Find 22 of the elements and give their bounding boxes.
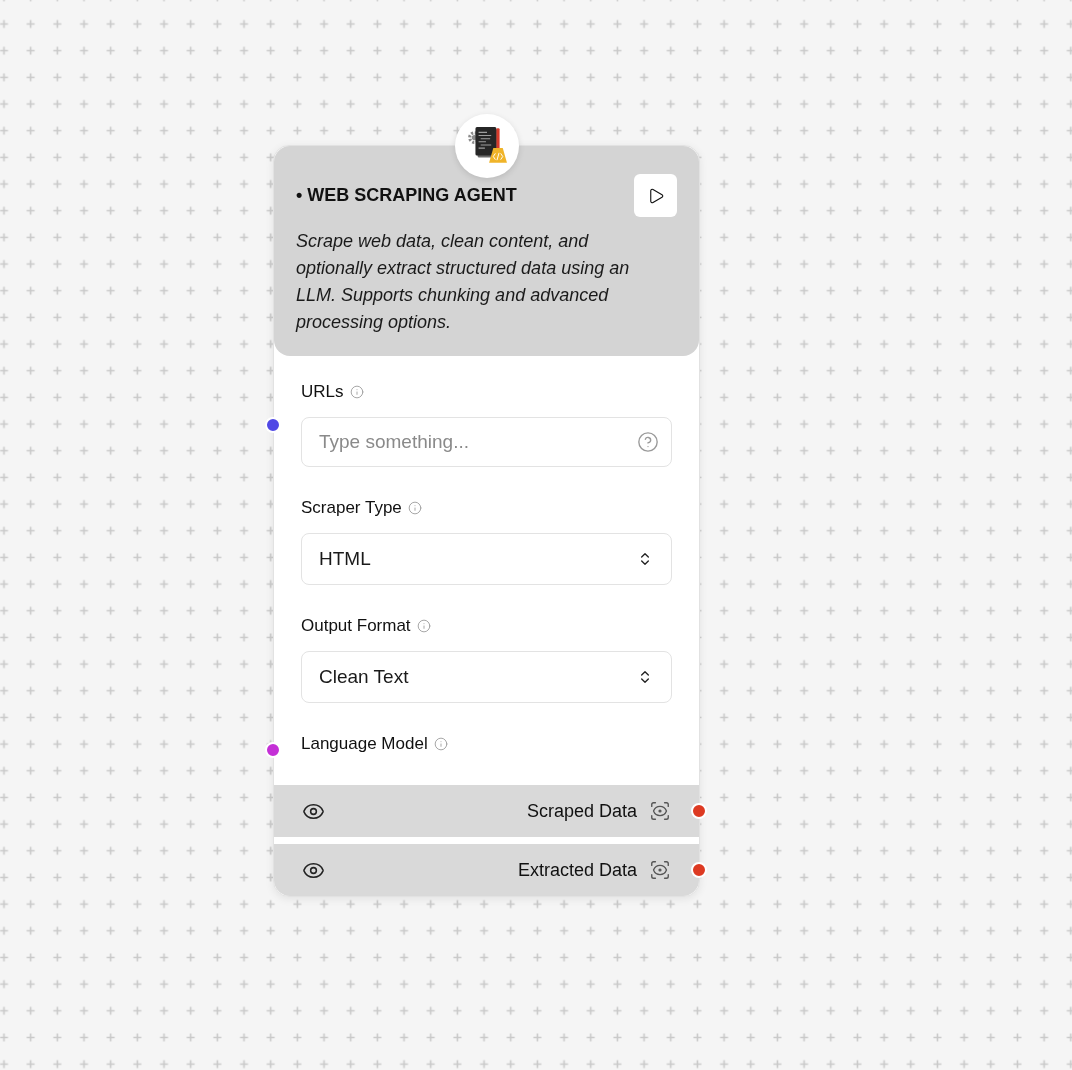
scan-eye-icon[interactable] [649, 859, 671, 881]
help-icon[interactable] [637, 431, 659, 453]
connection-handle[interactable] [691, 862, 707, 878]
output-label: Scraped Data [526, 799, 637, 823]
node-description: Scrape web data, clean content, and optionally extract structured data using an LLM. Supports chunking and advanced processing options. [296, 230, 631, 334]
field-label: Output Format [301, 616, 411, 636]
dropdown-select[interactable]: HTML [301, 533, 672, 585]
info-icon[interactable] [433, 737, 448, 751]
connection-handle[interactable] [691, 803, 707, 819]
info-icon[interactable] [416, 619, 431, 633]
info-icon[interactable] [407, 501, 422, 515]
field-label: Scraper Type [301, 498, 402, 518]
field-label: Language Model [301, 734, 428, 754]
urls-input-field[interactable]: Type something... [301, 417, 672, 467]
dropdown-select[interactable]: Clean Text [301, 651, 672, 703]
run-button[interactable] [634, 174, 677, 217]
scan-eye-icon[interactable] [649, 800, 671, 822]
info-icon[interactable] [349, 385, 364, 399]
output-label: Extracted Data [517, 858, 637, 882]
field-label: URLs [301, 382, 344, 402]
connection-handle[interactable] [265, 742, 281, 758]
node-title: • WEB SCRAPING AGENT [296, 184, 517, 207]
